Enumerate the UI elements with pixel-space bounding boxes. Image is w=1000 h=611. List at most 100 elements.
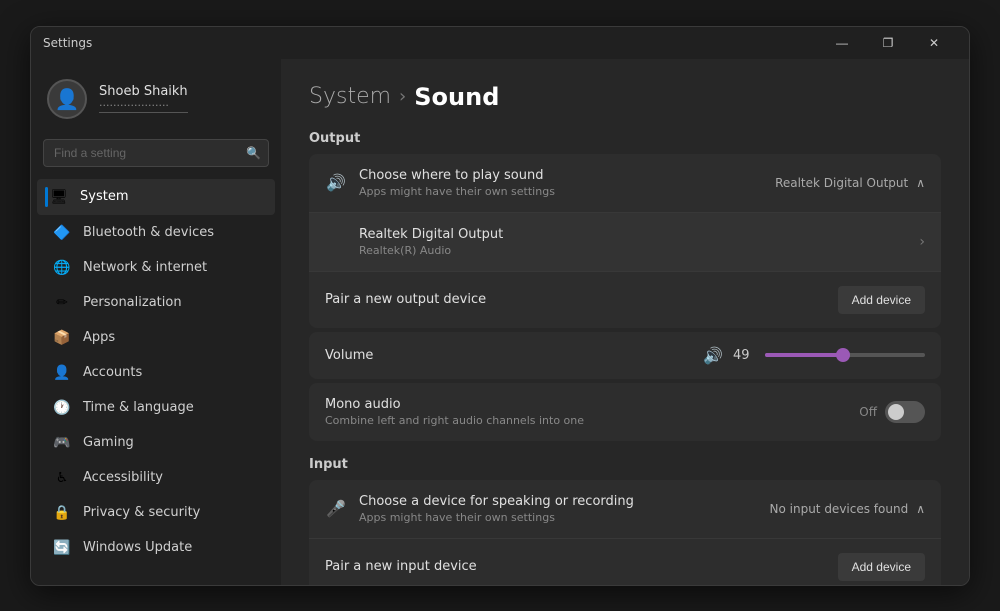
output-device-name-value: Realtek Digital Output [775,176,908,190]
sidebar-item-label: Accounts [83,365,142,380]
toggle-knob [888,404,904,420]
chevron-up-icon: ∧ [916,176,925,190]
volume-number: 49 [733,348,755,363]
mono-row: Mono audio Combine left and right audio … [309,383,941,441]
mono-title: Mono audio [325,397,847,412]
output-card: 🔊 Choose where to play sound Apps might … [309,154,941,328]
sidebar-item-privacy[interactable]: 🔒 Privacy & security [37,496,275,530]
sidebar-item-gaming[interactable]: 🎮 Gaming [37,426,275,460]
search-input[interactable] [43,139,269,167]
volume-label: Volume [325,348,691,363]
search-icon: 🔍 [246,146,261,160]
add-input-device-button[interactable]: Add device [838,553,925,581]
sidebar-item-system[interactable]: 🖥 System [37,179,275,215]
sidebar-item-label: Privacy & security [83,505,200,520]
sidebar: 👤 Shoeb Shaikh ···················· 🔍 🖥 … [31,59,281,585]
input-header: Input [309,457,941,472]
update-icon: 🔄 [53,539,71,557]
mic-icon: 🎤 [325,498,347,520]
output-header: Output [309,131,941,146]
sidebar-item-accounts[interactable]: 👤 Accounts [37,356,275,390]
nav-list: 🖥 System 🔷 Bluetooth & devices 🌐 Network… [31,179,281,565]
realtek-output-row[interactable]: Realtek Digital Output Realtek(R) Audio … [309,213,941,272]
settings-window: Settings — ❐ ✕ 👤 Shoeb Shaikh ··········… [30,26,970,586]
user-sub: ···················· [99,99,188,113]
choose-input-row[interactable]: 🎤 Choose a device for speaking or record… [309,480,941,539]
pair-output-row: Pair a new output device Add device [309,272,941,328]
title-bar: Settings — ❐ ✕ [31,27,969,59]
volume-slider-track[interactable] [765,353,925,357]
add-output-device-button[interactable]: Add device [838,286,925,314]
pair-input-row: Pair a new input device Add device [309,539,941,585]
breadcrumb-parent[interactable]: System [309,84,391,109]
sidebar-item-label: Network & internet [83,260,207,275]
active-indicator [45,187,48,207]
volume-controls: 🔊 49 [703,346,925,365]
search-box: 🔍 [43,139,269,167]
choose-output-title: Choose where to play sound [359,168,763,183]
realtek-title: Realtek Digital Output [359,227,907,242]
sidebar-item-update[interactable]: 🔄 Windows Update [37,531,275,565]
chevron-right-icon: › [919,234,925,250]
mono-card: Mono audio Combine left and right audio … [309,383,941,441]
realtek-text: Realtek Digital Output Realtek(R) Audio [359,227,907,257]
user-info: Shoeb Shaikh ···················· [99,84,188,113]
pair-input-text: Pair a new input device [325,559,826,574]
sidebar-item-label: Apps [83,330,115,345]
user-profile: 👤 Shoeb Shaikh ···················· [31,67,281,135]
close-button[interactable]: ✕ [911,27,957,59]
volume-speaker-icon: 🔊 [703,346,723,365]
sidebar-item-label: Time & language [83,400,194,415]
bluetooth-icon: 🔷 [53,224,71,242]
mono-text: Mono audio Combine left and right audio … [325,397,847,427]
choose-output-text: Choose where to play sound Apps might ha… [359,168,763,198]
sidebar-item-apps[interactable]: 📦 Apps [37,321,275,355]
apps-icon: 📦 [53,329,71,347]
choose-input-title: Choose a device for speaking or recordin… [359,494,758,509]
input-section: Input 🎤 Choose a device for speaking or … [309,457,941,585]
input-card: 🎤 Choose a device for speaking or record… [309,480,941,585]
breadcrumb-separator: › [399,86,406,107]
sidebar-item-label: System [80,189,128,204]
mono-toggle-label: Off [859,405,877,419]
sidebar-item-time[interactable]: 🕐 Time & language [37,391,275,425]
no-input-text: No input devices found [770,502,909,516]
minimize-button[interactable]: — [819,27,865,59]
network-icon: 🌐 [53,259,71,277]
sidebar-item-label: Accessibility [83,470,163,485]
choose-output-row[interactable]: 🔊 Choose where to play sound Apps might … [309,154,941,213]
sidebar-item-network[interactable]: 🌐 Network & internet [37,251,275,285]
user-name: Shoeb Shaikh [99,84,188,99]
sidebar-item-label: Windows Update [83,540,192,555]
mono-toggle-group: Off [859,401,925,423]
choose-input-value: No input devices found ∧ [770,502,926,516]
volume-card: Volume 🔊 49 [309,332,941,379]
privacy-icon: 🔒 [53,504,71,522]
sidebar-item-accessibility[interactable]: ♿ Accessibility [37,461,275,495]
sidebar-item-personalization[interactable]: ✏ Personalization [37,286,275,320]
pair-input-title: Pair a new input device [325,559,826,574]
mono-sub: Combine left and right audio channels in… [325,414,847,427]
realtek-sub: Realtek(R) Audio [359,244,907,257]
pair-output-text: Pair a new output device [325,292,826,307]
sidebar-item-label: Personalization [83,295,182,310]
pair-output-title: Pair a new output device [325,292,826,307]
time-icon: 🕐 [53,399,71,417]
gaming-icon: 🎮 [53,434,71,452]
breadcrumb-current: Sound [414,83,499,111]
volume-slider-thumb[interactable] [836,348,850,362]
choose-output-value: Realtek Digital Output ∧ [775,176,925,190]
choose-output-sub: Apps might have their own settings [359,185,763,198]
volume-slider-fill [765,353,843,357]
sidebar-item-bluetooth[interactable]: 🔷 Bluetooth & devices [37,216,275,250]
maximize-button[interactable]: ❐ [865,27,911,59]
choose-input-text: Choose a device for speaking or recordin… [359,494,758,524]
system-icon: 🖥 [50,188,68,206]
mono-toggle-switch[interactable] [885,401,925,423]
output-section: Output 🔊 Choose where to play sound Apps… [309,131,941,441]
title-bar-controls: — ❐ ✕ [819,27,957,59]
avatar: 👤 [47,79,87,119]
sidebar-item-label: Bluetooth & devices [83,225,214,240]
output-volume-row: Volume 🔊 49 [309,332,941,379]
main-content: System › Sound Output 🔊 Choose where to … [281,59,969,585]
